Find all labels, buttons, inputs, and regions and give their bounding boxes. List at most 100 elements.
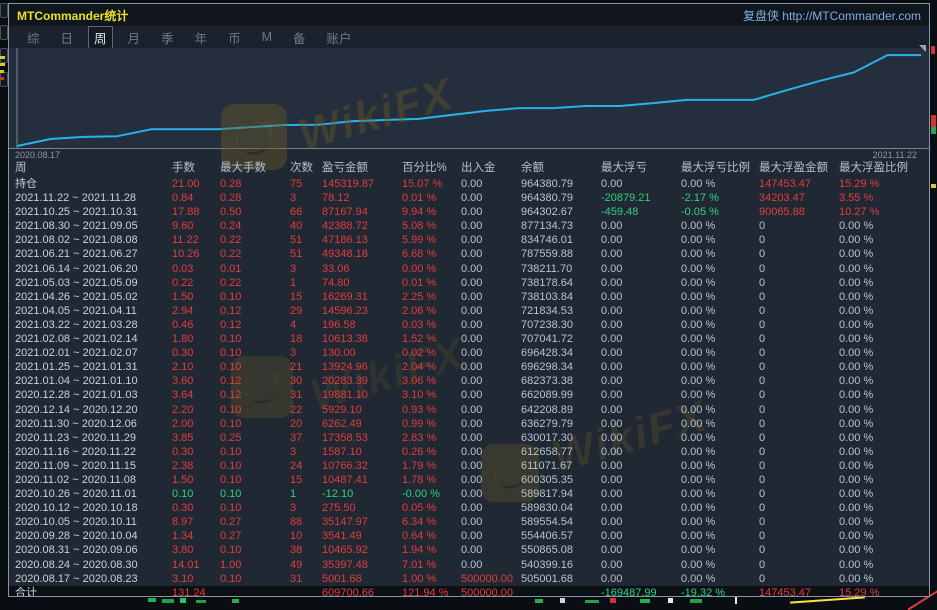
cell: 0 xyxy=(759,262,839,276)
cell: 1.00 xyxy=(220,558,290,572)
table-row[interactable]: 2021.10.25 ~ 2021.10.3117.880.506687167.… xyxy=(9,205,929,219)
cell: 1.50 xyxy=(172,290,220,304)
table-row[interactable]: 2020.10.12 ~ 2020.10.180.300.103275.500.… xyxy=(9,501,929,515)
title-bar[interactable]: MTCommander统计 复盘侠 http://MTCommander.com xyxy=(9,4,929,26)
cell: 31 xyxy=(290,572,322,586)
menu-tab-7[interactable]: 币 xyxy=(222,26,247,49)
cell: 682373.38 xyxy=(521,374,601,388)
table-row[interactable]: 2021.08.02 ~ 2021.08.0811.220.225147186.… xyxy=(9,233,929,247)
table-row[interactable]: 2020.10.05 ~ 2020.10.118.970.278835147.9… xyxy=(9,515,929,529)
table-row[interactable]: 2021.02.08 ~ 2021.02.141.800.101810613.3… xyxy=(9,332,929,346)
cell: 0.30 xyxy=(172,501,220,515)
table-row[interactable]: 2021.01.04 ~ 2021.01.103.600.123020283.3… xyxy=(9,374,929,388)
table-row[interactable]: 2021.05.03 ~ 2021.05.090.220.22174.800.0… xyxy=(9,276,929,290)
table-row[interactable]: 2021.11.22 ~ 2021.11.280.840.28378.120.0… xyxy=(9,191,929,205)
cell: 0.00 xyxy=(461,487,521,501)
cell: 0.00 xyxy=(601,417,681,431)
menu-tab-1[interactable]: 综 xyxy=(21,26,46,49)
cell: 3.10 xyxy=(172,572,220,586)
cell: 2020.12.28 ~ 2021.01.03 xyxy=(15,388,172,402)
table-row[interactable]: 2020.11.23 ~ 2020.11.293.850.253717358.5… xyxy=(9,431,929,445)
cell: 0.00 xyxy=(461,304,521,318)
cell: 0.12 xyxy=(220,374,290,388)
cell: 2.00 xyxy=(172,417,220,431)
table-row[interactable]: 2020.08.31 ~ 2020.09.063.800.103810465.9… xyxy=(9,543,929,557)
cell: 3 xyxy=(290,191,322,205)
total-row[interactable]: 合计131.24609700.66121.94 %500000.00-16948… xyxy=(9,586,929,597)
cell: 500000.00 xyxy=(461,572,521,586)
table-row[interactable]: 2020.08.24 ~ 2020.08.3014.011.004935397.… xyxy=(9,558,929,572)
cell: 2021.11.22 ~ 2021.11.28 xyxy=(15,191,172,205)
cell: 0.30 xyxy=(172,445,220,459)
cell: 1.52 % xyxy=(402,332,461,346)
table-row[interactable]: 2021.06.21 ~ 2021.06.2710.260.225149348.… xyxy=(9,247,929,261)
table-row[interactable]: 2021.08.30 ~ 2021.09.059.600.244042388.7… xyxy=(9,219,929,233)
equity-chart[interactable] xyxy=(9,48,929,149)
menu-tab-8[interactable]: M xyxy=(256,28,278,46)
menu-tab-2[interactable]: 日 xyxy=(55,26,80,49)
cell: 74.80 xyxy=(322,276,402,290)
cell: 0.24 xyxy=(220,219,290,233)
cell: 0.10 xyxy=(220,360,290,374)
cell: 0.00 xyxy=(461,318,521,332)
cell: 275.50 xyxy=(322,501,402,515)
cell: 0.93 % xyxy=(402,403,461,417)
table-row[interactable]: 2021.02.01 ~ 2021.02.070.300.103130.000.… xyxy=(9,346,929,360)
column-header: 次数 xyxy=(290,159,322,175)
cell: 0.46 xyxy=(172,318,220,332)
cell: 20283.39 xyxy=(322,374,402,388)
menu-tab-4[interactable]: 月 xyxy=(122,26,147,49)
cell: 0.00 xyxy=(461,558,521,572)
cell: 0.00 % xyxy=(681,276,759,290)
cell: 0 xyxy=(759,515,839,529)
table-row[interactable]: 2020.11.30 ~ 2020.12.062.000.10206262.49… xyxy=(9,417,929,431)
table-row[interactable]: 2021.04.05 ~ 2021.04.112.940.122914596.2… xyxy=(9,304,929,318)
table-row[interactable]: 2020.12.28 ~ 2021.01.033.640.123119881.1… xyxy=(9,388,929,402)
table-row[interactable]: 2021.01.25 ~ 2021.01.312.100.102113924.9… xyxy=(9,360,929,374)
cell: 2021.05.03 ~ 2021.05.09 xyxy=(15,276,172,290)
column-header: 盈亏金额 xyxy=(322,159,402,175)
table-row[interactable]: 2020.11.09 ~ 2020.11.152.380.102410766.3… xyxy=(9,459,929,473)
cell: 0.00 xyxy=(461,346,521,360)
table-row[interactable]: 2021.04.26 ~ 2021.05.021.500.101516269.3… xyxy=(9,290,929,304)
table-row[interactable]: 持仓21.000.2875145319.8715.07 %0.00964380.… xyxy=(9,177,929,191)
table-row[interactable]: 2020.11.16 ~ 2020.11.220.300.1031587.100… xyxy=(9,445,929,459)
cell: 3.80 xyxy=(172,543,220,557)
cell: 0.00 % xyxy=(681,247,759,261)
cell: 2020.11.16 ~ 2020.11.22 xyxy=(15,445,172,459)
background-app-fragment xyxy=(0,3,8,18)
cell: 505001.68 xyxy=(521,572,601,586)
cell: 88 xyxy=(290,515,322,529)
table-row[interactable]: 2021.06.14 ~ 2021.06.200.030.01333.060.0… xyxy=(9,262,929,276)
period-menu-bar: 综日周月季年币M备账户 xyxy=(9,26,929,48)
menu-tab-5[interactable]: 季 xyxy=(155,26,180,49)
table-row[interactable]: 2021.03.22 ~ 2021.03.280.460.124196.580.… xyxy=(9,318,929,332)
cell: 0.00 xyxy=(461,191,521,205)
menu-tab-10[interactable]: 账户 xyxy=(321,26,358,49)
cell: 636279.79 xyxy=(521,417,601,431)
cell: 1.80 xyxy=(172,332,220,346)
table-row[interactable]: 2020.12.14 ~ 2020.12.202.200.10225929.10… xyxy=(9,403,929,417)
homepage-link[interactable]: 复盘侠 http://MTCommander.com xyxy=(743,7,921,24)
cell: 0.00 xyxy=(461,290,521,304)
cell: 0.00 % xyxy=(681,473,759,487)
menu-tab-6[interactable]: 年 xyxy=(189,26,214,49)
cell: 0.00 % xyxy=(839,360,929,374)
cell: 2021.06.21 ~ 2021.06.27 xyxy=(15,247,172,261)
menu-tab-9[interactable]: 备 xyxy=(287,26,312,49)
cell: 15.29 % xyxy=(839,177,929,191)
table-row[interactable]: 2020.11.02 ~ 2020.11.081.500.101510487.4… xyxy=(9,473,929,487)
table-row[interactable]: 2020.09.28 ~ 2020.10.041.340.27103541.49… xyxy=(9,529,929,543)
cell: 0.00 xyxy=(601,247,681,261)
resize-grip-icon[interactable] xyxy=(919,45,926,52)
cell: 2.83 % xyxy=(402,431,461,445)
background-app-fragment xyxy=(610,598,616,603)
background-app-fragment xyxy=(0,77,4,80)
cell: 75 xyxy=(290,177,322,191)
table-row[interactable]: 2020.08.17 ~ 2020.08.233.100.10315001.68… xyxy=(9,572,929,586)
cell: 0.00 xyxy=(461,543,521,557)
cell: 0.02 % xyxy=(402,346,461,360)
table-row[interactable]: 2020.10.26 ~ 2020.11.010.100.101-12.10-0… xyxy=(9,487,929,501)
cell: 1.00 % xyxy=(402,572,461,586)
menu-tab-3[interactable]: 周 xyxy=(88,26,113,49)
